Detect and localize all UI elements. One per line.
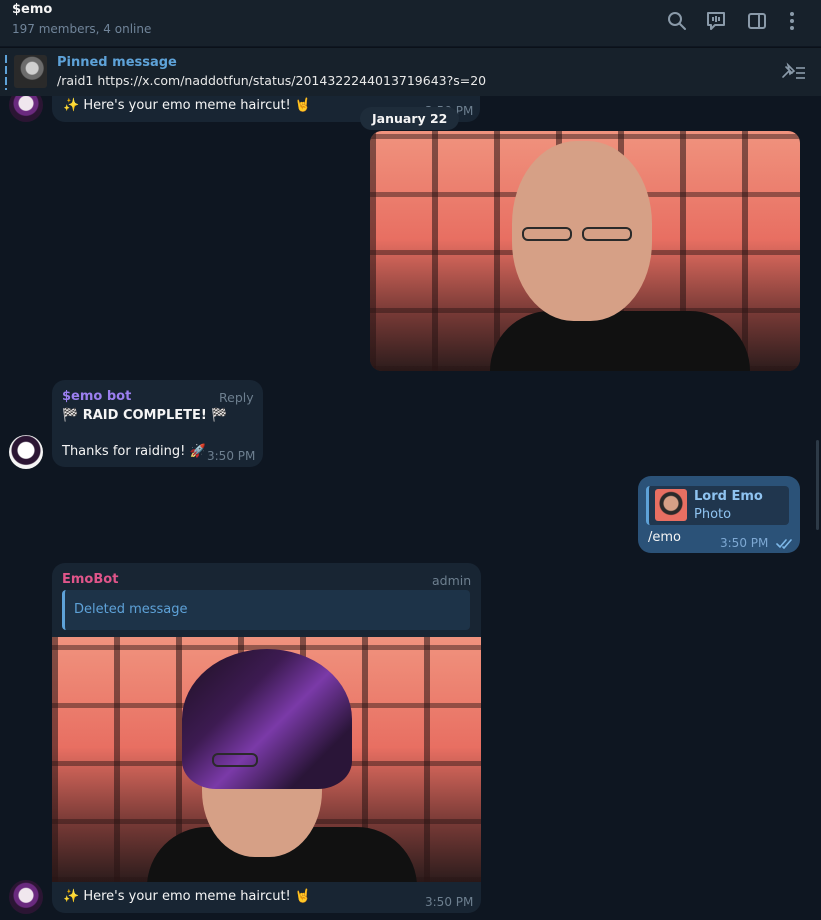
date-separator: January 22 xyxy=(360,107,460,130)
message-time: 3:50 PM xyxy=(720,536,769,550)
reply-button[interactable]: Reply xyxy=(219,390,254,405)
message-text: ✨ Here's your emo meme haircut! 🤘 xyxy=(63,98,312,113)
pinned-thumbnail xyxy=(14,55,47,88)
message-text: Thanks for raiding! 🚀 xyxy=(62,444,206,459)
chat-header: $emo 197 members, 4 online xyxy=(0,0,821,46)
reply-quote[interactable]: Deleted message xyxy=(62,590,470,630)
pinned-message-bar[interactable]: Pinned message /raid1 https://x.com/nadd… xyxy=(0,47,821,96)
pinned-indicator xyxy=(5,55,7,90)
photo-glasses xyxy=(522,227,572,241)
live-stream-icon[interactable] xyxy=(704,9,728,33)
read-receipt-icon xyxy=(776,539,792,549)
chat-title[interactable]: $emo xyxy=(12,2,52,17)
search-icon[interactable] xyxy=(665,9,689,33)
photo-glasses xyxy=(212,753,258,767)
message-bubble-emobot: EmoBot admin Deleted message ✨ Here's yo… xyxy=(52,563,481,913)
admin-badge: admin xyxy=(432,573,472,588)
message-bubble-outgoing: Lord Emo Photo /emo 3:50 PM xyxy=(638,476,800,553)
message-bubble-bot: $emo bot Reply 🏁 RAID COMPLETE! 🏁 Thanks… xyxy=(52,380,263,467)
photo-message[interactable] xyxy=(52,637,481,882)
photo-glasses xyxy=(582,227,632,241)
message-time: 3:50 PM xyxy=(425,895,474,909)
pinned-text: /raid1 https://x.com/naddotfun/status/20… xyxy=(57,73,487,88)
message-time: 3:50 PM xyxy=(207,449,256,463)
sidebar-toggle-icon[interactable] xyxy=(745,9,769,33)
quote-sender: Lord Emo xyxy=(694,489,763,504)
quote-text: Deleted message xyxy=(74,602,188,617)
photo-figure xyxy=(490,311,750,371)
quote-text: Photo xyxy=(694,507,732,522)
photo-hair xyxy=(182,649,352,789)
chat-member-count: 197 members, 4 online xyxy=(12,22,152,36)
message-text: 🏁 RAID COMPLETE! 🏁 xyxy=(62,408,228,423)
photo-message[interactable] xyxy=(370,131,800,371)
quote-thumbnail xyxy=(655,489,687,521)
avatar[interactable] xyxy=(9,435,43,469)
sender-name[interactable]: EmoBot xyxy=(62,572,118,587)
message-text: ✨ Here's your emo meme haircut! 🤘 xyxy=(63,889,312,904)
pinned-list-icon[interactable] xyxy=(779,61,807,83)
pinned-label: Pinned message xyxy=(57,55,177,70)
sender-name[interactable]: $emo bot xyxy=(62,389,131,404)
reply-quote[interactable]: Lord Emo Photo xyxy=(646,486,789,525)
avatar[interactable] xyxy=(9,880,43,914)
more-icon[interactable] xyxy=(780,9,804,33)
scrollbar[interactable] xyxy=(816,440,819,530)
message-text: /emo xyxy=(648,530,681,545)
